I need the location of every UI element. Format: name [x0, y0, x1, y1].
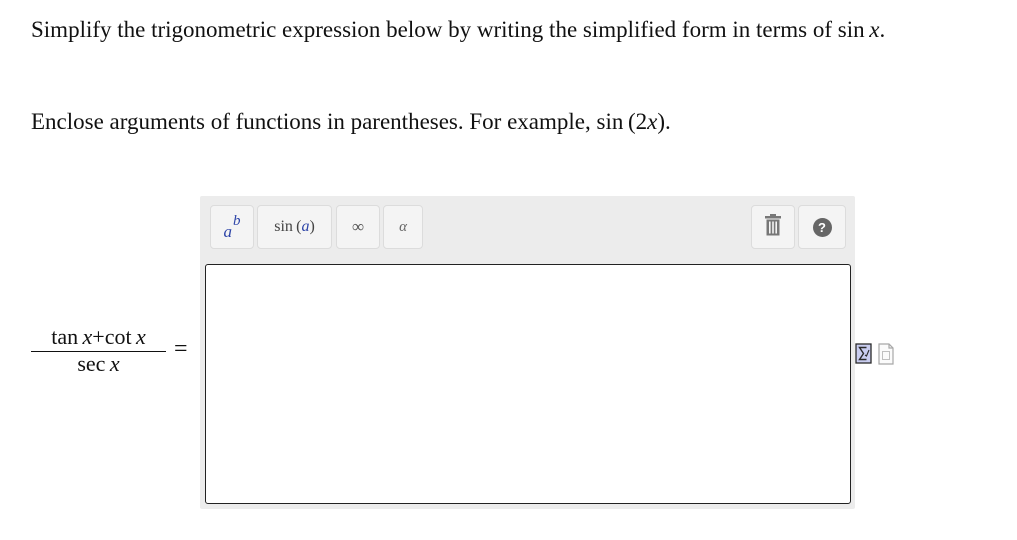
expression-fraction: tan x+cot x sec x	[31, 324, 166, 375]
instruction-parentheses-text: Enclose arguments of functions in parent…	[31, 109, 597, 134]
alpha-symbol: α	[399, 218, 407, 235]
instruction-simplify-text: Simplify the trigonometric expression be…	[31, 17, 838, 42]
help-button[interactable]: ?	[798, 205, 846, 249]
equals-sign: =	[174, 336, 188, 362]
superscript-icon: ab	[224, 213, 241, 241]
trig-functions-button[interactable]: sin (a)	[257, 205, 332, 249]
instruction-parentheses: Enclose arguments of functions in parent…	[31, 107, 671, 137]
clear-button[interactable]	[751, 205, 795, 249]
example-x: x	[647, 109, 658, 134]
trash-icon	[764, 213, 782, 241]
plus-sign: +	[92, 324, 105, 349]
trig-label: sin (a)	[274, 218, 315, 236]
func-tan: tan	[51, 324, 79, 349]
func-sec: sec	[77, 351, 106, 376]
math-x: x	[869, 17, 880, 42]
document-icon[interactable]	[878, 343, 894, 365]
math-editor: ab sin (a) ∞ α ?	[200, 196, 855, 509]
answer-input[interactable]	[205, 264, 851, 504]
func-cot: cot	[104, 324, 132, 349]
var-x: x	[136, 324, 146, 349]
fraction-numerator: tan x+cot x	[31, 324, 166, 352]
power-base: a	[223, 222, 233, 241]
instruction-simplify: Simplify the trigonometric expression be…	[31, 15, 885, 45]
side-icons	[855, 343, 897, 370]
formula-preview-icon[interactable]	[855, 343, 872, 364]
infinity-symbol: ∞	[351, 217, 365, 236]
example-sin: sin	[596, 109, 624, 134]
period: .	[879, 17, 886, 42]
math-sin: sin	[837, 17, 865, 42]
superscript-button[interactable]: ab	[210, 205, 254, 249]
var-x: x	[109, 351, 120, 376]
help-icon: ?	[812, 217, 832, 237]
greek-letters-button[interactable]: α	[383, 205, 423, 249]
power-exponent: b	[233, 213, 241, 229]
trig-func: sin	[274, 218, 293, 235]
fraction-denominator: sec x	[31, 353, 166, 375]
trig-close: )	[309, 218, 315, 235]
infinity-button[interactable]: ∞	[336, 205, 380, 249]
example-open: (2	[627, 109, 648, 134]
example-close: )	[657, 109, 666, 134]
var-x: x	[82, 324, 93, 349]
period: .	[665, 109, 671, 134]
